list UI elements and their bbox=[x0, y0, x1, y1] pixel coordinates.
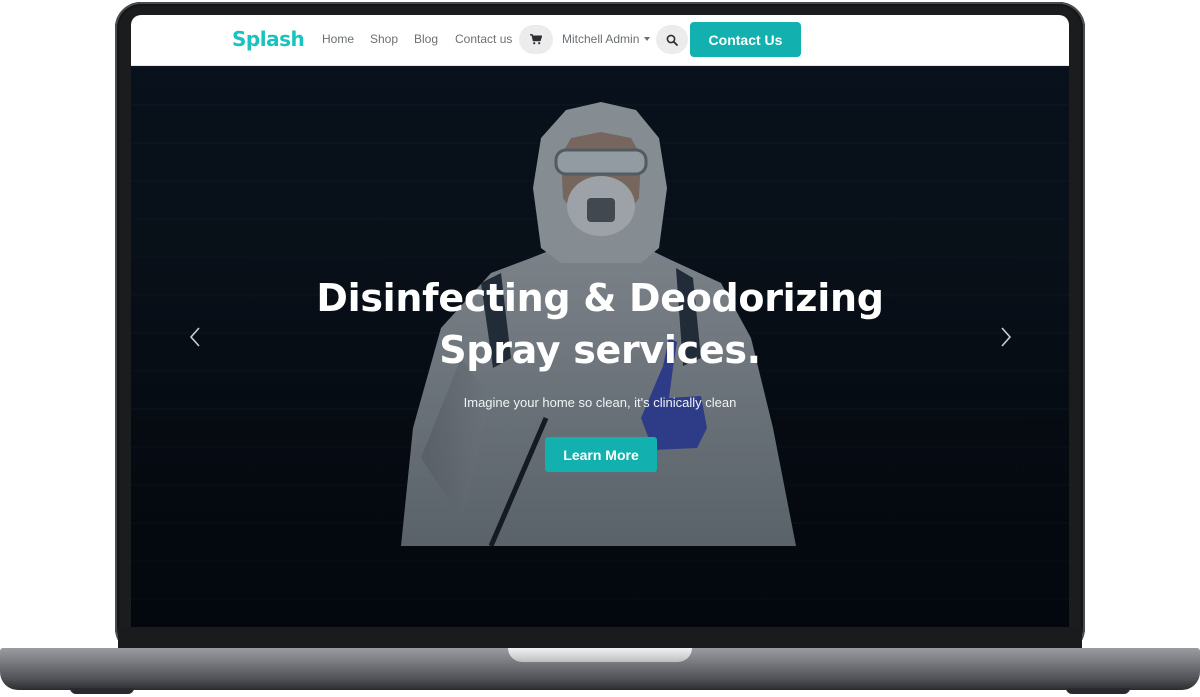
cart-button[interactable] bbox=[519, 25, 553, 54]
laptop-foot-right bbox=[1066, 688, 1130, 694]
hero-carousel: Disinfecting & Deodorizing Spray service… bbox=[131, 66, 1069, 627]
user-name: Mitchell Admin bbox=[562, 32, 640, 46]
laptop-screen: Splash Home Shop Blog Contact us Mitchel… bbox=[131, 15, 1069, 627]
hero-title-line-1: Disinfecting & Deodorizing bbox=[316, 276, 884, 320]
laptop-notch bbox=[508, 648, 692, 662]
top-navbar: Splash Home Shop Blog Contact us Mitchel… bbox=[131, 15, 1069, 66]
hero-title: Disinfecting & Deodorizing Spray service… bbox=[301, 272, 899, 376]
nav-link-contact[interactable]: Contact us bbox=[455, 32, 512, 46]
nav-link-blog[interactable]: Blog bbox=[414, 32, 438, 46]
learn-more-button[interactable]: Learn More bbox=[545, 437, 657, 472]
contact-us-button[interactable]: Contact Us bbox=[690, 22, 801, 57]
site-logo[interactable]: Splash bbox=[232, 27, 305, 51]
laptop-foot-left bbox=[70, 688, 134, 694]
chevron-left-icon[interactable] bbox=[187, 325, 203, 349]
hero-subtitle: Imagine your home so clean, it's clinica… bbox=[463, 395, 737, 410]
user-menu-dropdown[interactable]: Mitchell Admin bbox=[562, 32, 651, 46]
chevron-right-icon[interactable] bbox=[998, 325, 1014, 349]
hero-title-line-2: Spray services. bbox=[439, 328, 761, 372]
caret-down-icon bbox=[644, 37, 651, 41]
nav-link-shop[interactable]: Shop bbox=[370, 32, 398, 46]
laptop-bezel bbox=[118, 627, 1082, 649]
nav-link-home[interactable]: Home bbox=[322, 32, 354, 46]
search-icon bbox=[666, 34, 678, 46]
search-button[interactable] bbox=[656, 25, 688, 54]
shopping-cart-icon bbox=[530, 34, 542, 45]
